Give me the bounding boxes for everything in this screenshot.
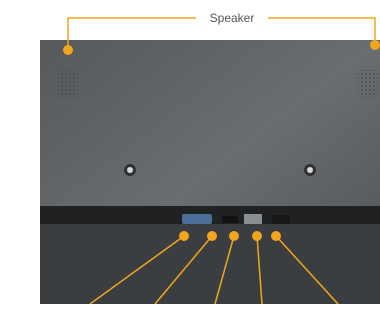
- monitor-back-diagram: [40, 17, 380, 305]
- port-5-dot: [271, 231, 281, 241]
- hdmi-port: [222, 216, 238, 223]
- port-3-dot: [229, 231, 239, 241]
- speaker-label: Speaker: [196, 10, 268, 26]
- speaker-left-dot: [63, 45, 73, 55]
- diagram: Speaker: [0, 0, 380, 305]
- usb-port: [244, 214, 262, 224]
- vga-port: [182, 214, 212, 224]
- port-1-dot: [179, 231, 189, 241]
- speaker-grille-left: [58, 70, 78, 98]
- speaker-right-dot: [370, 40, 380, 50]
- port-2-dot: [207, 231, 217, 241]
- ethernet-port: [272, 215, 290, 224]
- port-4-dot: [252, 231, 262, 241]
- speaker-grille-right: [358, 70, 378, 98]
